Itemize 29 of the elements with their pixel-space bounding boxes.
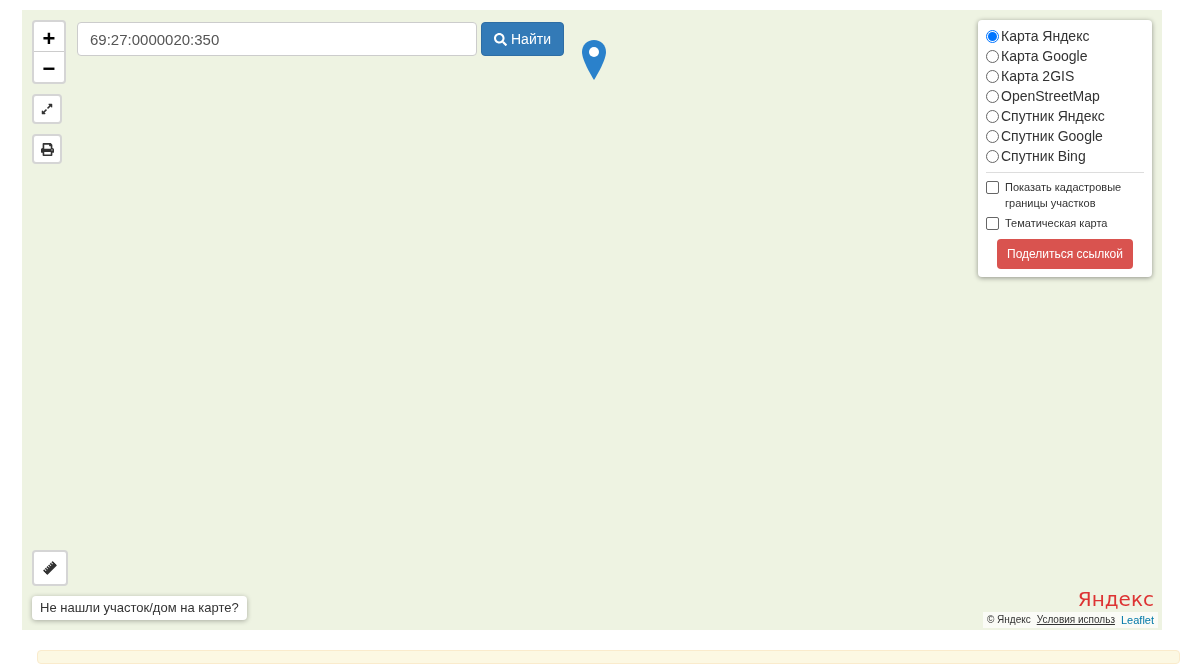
help-button[interactable]: Не нашли участок/дом на карте? [32, 596, 247, 620]
checkbox[interactable] [986, 181, 999, 194]
layer-option[interactable]: OpenStreetMap [986, 86, 1144, 106]
share-link-button[interactable]: Поделиться ссылкой [997, 239, 1133, 269]
terms-link[interactable]: Условия использ [1036, 612, 1115, 628]
expand-icon [41, 103, 53, 115]
layer-option[interactable]: Карта 2GIS [986, 66, 1144, 86]
print-icon [40, 142, 54, 156]
search-field[interactable]: 69:27:0000020:350 [77, 22, 477, 56]
copyright-text: © Яндекс [986, 613, 1031, 628]
layer-option[interactable]: Спутник Bing [986, 146, 1144, 166]
map-marker-icon [582, 40, 606, 80]
layer-option[interactable]: Спутник Google [986, 126, 1144, 146]
checkbox[interactable] [986, 217, 999, 230]
leaflet-link[interactable]: Leaflet [1120, 611, 1154, 628]
overlay-option[interactable]: Показать кадастровые границы участков [986, 179, 1144, 211]
zoom-out-button[interactable]: − [34, 52, 64, 82]
search-icon [494, 32, 507, 46]
ruler-button[interactable] [32, 550, 68, 586]
layer-option[interactable]: Карта Google [986, 46, 1144, 66]
ruler-icon [40, 558, 60, 578]
layer-option[interactable]: Карта Яндекс [986, 26, 1144, 46]
fullscreen-button[interactable] [32, 94, 62, 124]
layer-option[interactable]: Спутник Яндекс [986, 106, 1144, 126]
zoom-in-button[interactable]: + [34, 22, 64, 52]
print-button[interactable] [32, 134, 62, 164]
overlay-option[interactable]: Тематическая карта [986, 215, 1144, 231]
map-logo: Яндекс [1077, 588, 1154, 610]
search-button[interactable]: Найти [481, 22, 564, 56]
